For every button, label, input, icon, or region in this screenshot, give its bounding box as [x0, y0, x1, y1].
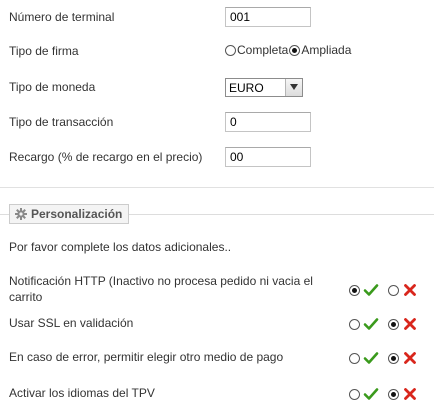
- firma-completa-label: Completa: [237, 43, 289, 57]
- checkmark-icon: [363, 386, 379, 402]
- option-yes-radio[interactable]: [349, 352, 360, 364]
- terminal-label: Número de terminal: [9, 10, 115, 24]
- option-no-radio[interactable]: [388, 284, 399, 296]
- moneda-select[interactable]: EURO: [225, 78, 303, 97]
- option-label: Activar los idiomas del TPV: [9, 386, 155, 400]
- option-controls: [349, 282, 418, 298]
- firma-ampliada-label: Ampliada: [301, 43, 352, 57]
- personalizacion-legend-text: Personalización: [31, 207, 123, 221]
- option-label: Notificación HTTP (Inactivo no procesa p…: [9, 274, 313, 288]
- moneda-label: Tipo de moneda: [9, 80, 96, 94]
- checkmark-icon: [363, 316, 379, 332]
- option-label: En caso de error, permitir elegir otro m…: [9, 350, 284, 364]
- firma-completa-radio[interactable]: [225, 44, 236, 56]
- option-controls: [349, 386, 418, 402]
- recargo-input[interactable]: [225, 147, 311, 167]
- cross-icon: [402, 316, 418, 332]
- option-no-radio[interactable]: [388, 352, 399, 364]
- intro-text: Por favor complete los datos adicionales…: [9, 240, 232, 254]
- checkmark-icon: [363, 282, 379, 298]
- checkmark-icon: [363, 350, 379, 366]
- moneda-select-value: EURO: [229, 81, 264, 95]
- cross-icon: [402, 282, 418, 298]
- firma-label: Tipo de firma: [9, 44, 79, 58]
- option-no-radio[interactable]: [388, 388, 399, 400]
- cross-icon: [402, 386, 418, 402]
- personalizacion-legend: Personalización: [9, 204, 130, 224]
- gear-icon: [15, 208, 27, 220]
- terminal-input[interactable]: [225, 7, 311, 27]
- section-divider: [0, 187, 434, 188]
- transaccion-input[interactable]: [225, 112, 311, 132]
- option-yes-radio[interactable]: [349, 284, 360, 296]
- recargo-label: Recargo (% de recargo en el precio): [9, 150, 203, 164]
- option-yes-radio[interactable]: [349, 388, 360, 400]
- chevron-down-icon[interactable]: [285, 79, 302, 96]
- option-no-radio[interactable]: [388, 318, 399, 330]
- option-label: Usar SSL en validación: [9, 316, 134, 330]
- option-controls: [349, 350, 418, 366]
- cross-icon: [402, 350, 418, 366]
- option-controls: [349, 316, 418, 332]
- firma-ampliada-radio[interactable]: [289, 44, 301, 56]
- transaccion-label: Tipo de transacción: [9, 115, 114, 129]
- option-label-line2: carrito: [9, 290, 43, 304]
- option-yes-radio[interactable]: [349, 318, 360, 330]
- firma-radio-group: Completa Ampliada: [225, 43, 351, 57]
